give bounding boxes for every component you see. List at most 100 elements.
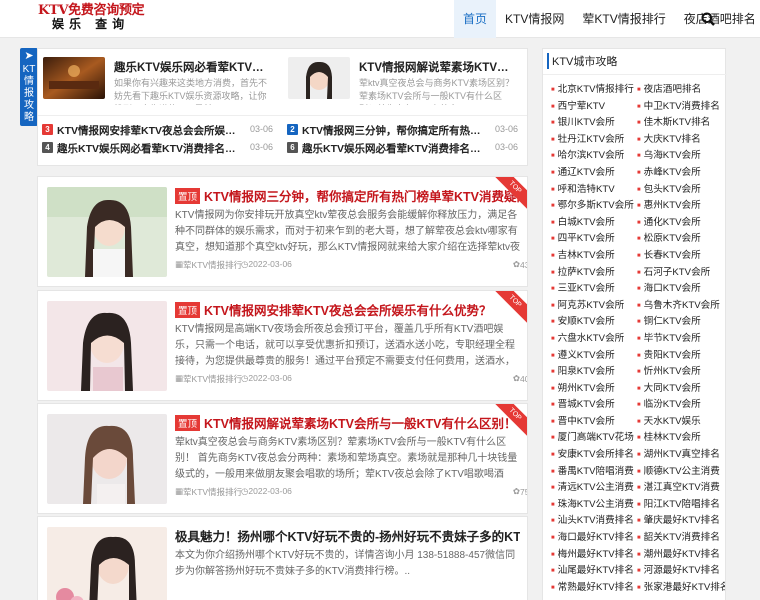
city-link[interactable]: 通化KTV会所 bbox=[637, 214, 725, 231]
city-link[interactable]: 白城KTV会所 bbox=[551, 214, 639, 231]
category-link[interactable]: ▦ 荤KTV情报排行 bbox=[175, 373, 242, 384]
city-link[interactable]: 佳木斯KTV排名 bbox=[637, 114, 725, 131]
city-link[interactable]: 惠州KTV会所 bbox=[637, 197, 725, 214]
city-link[interactable]: 乌海KTV会所 bbox=[637, 147, 725, 164]
article-title[interactable]: 置顶KTV情报网三分钟，帮你搞定所有热门榜单荤KTV消费疑问与折扣 bbox=[175, 186, 520, 205]
list-item[interactable]: 3 KTV情报网安排荤KTV夜总会会所娱乐有什么优... 03-06 bbox=[38, 121, 276, 139]
city-link[interactable]: 天水KTV娱乐 bbox=[637, 413, 725, 430]
side-guide-tab[interactable]: ➤ KT 情 报 攻 略 bbox=[20, 48, 38, 126]
city-link[interactable]: 河源最好KTV排名 bbox=[637, 562, 725, 579]
city-link[interactable]: 中卫KTV消费排名 bbox=[637, 98, 725, 115]
featured-title: KTV情报网解说荤素场KTV会所与... bbox=[359, 62, 519, 74]
article-title[interactable]: 极具魅力！扬州哪个KTV好玩不贵的-扬州好玩不贵妹子多的KTV消费... bbox=[175, 526, 520, 545]
city-link[interactable]: 阳泉KTV会所 bbox=[551, 363, 639, 380]
city-link[interactable]: 西宁荤KTV bbox=[551, 98, 639, 115]
article-card[interactable]: 置顶 KTV情报网安排荤KTV夜总会会所娱乐有什么优势？ KTV情报网是高端KTV… bbox=[37, 290, 528, 401]
views: ✿ 438次浏览 bbox=[513, 259, 527, 270]
city-link[interactable]: 铜仁KTV会所 bbox=[637, 313, 725, 330]
category-link[interactable]: ▦ 荤KTV情报排行 bbox=[175, 486, 242, 497]
city-link[interactable]: 赤峰KTV会所 bbox=[637, 164, 725, 181]
city-link[interactable]: 临汾KTV会所 bbox=[637, 396, 725, 413]
city-link[interactable]: 呼和浩特KTV bbox=[551, 181, 639, 198]
city-link[interactable]: 长春KTV会所 bbox=[637, 247, 725, 264]
city-link[interactable]: 四平KTV会所 bbox=[551, 230, 639, 247]
city-link[interactable]: 肇庆最好KTV排名 bbox=[637, 512, 725, 529]
list-item[interactable]: 4 趣乐KTV娱乐网必看荤KTV消费排名体验攻略 03-06 bbox=[38, 139, 276, 157]
city-link[interactable]: 韶关KTV消费排名 bbox=[637, 529, 725, 546]
article-meta: ▦ 荤KTV情报排行 ◷ 2022-03-06 ✿ 438次浏览 bbox=[175, 259, 527, 271]
city-link[interactable]: 六盘水KTV会所 bbox=[551, 330, 639, 347]
article-excerpt: KTV情报网是高端KTV夜场会所夜总会预订平台，覆盖几乎所有KTV酒吧娱乐，只需… bbox=[175, 324, 515, 367]
city-link[interactable]: 哈尔滨KTV会所 bbox=[551, 147, 639, 164]
city-link[interactable]: 汕头KTV消费排名 bbox=[551, 512, 639, 529]
article-title-text: 极具魅力！扬州哪个KTV好玩不贵的-扬州好玩不贵妹子多的KTV消费... bbox=[175, 530, 520, 544]
article-card[interactable]: 极具魅力！扬州哪个KTV好玩不贵的-扬州好玩不贵妹子多的KTV消费... 本文为… bbox=[37, 516, 528, 600]
city-link[interactable]: 潮州最好KTV排名 bbox=[637, 546, 725, 563]
article-card[interactable]: 置顶KTV情报网三分钟，帮你搞定所有热门榜单荤KTV消费疑问与折扣 KTV情报网… bbox=[37, 176, 528, 287]
article-thumbnail bbox=[47, 527, 167, 600]
city-link[interactable]: 大同KTV会所 bbox=[637, 380, 725, 397]
list-item-title: KTV情报网安排荤KTV夜总会会所娱乐有什么优... bbox=[57, 125, 242, 137]
nav-home[interactable]: 首页 bbox=[454, 0, 497, 38]
article-card[interactable]: 置顶 KTV情报网解说荤素场KTV会所与一般KTV有什么区别！ 荤ktv真空夜总会… bbox=[37, 403, 528, 514]
city-link[interactable]: 梅州最好KTV排名 bbox=[551, 546, 639, 563]
city-link[interactable]: 大庆KTV排名 bbox=[637, 131, 725, 148]
city-link[interactable]: 晋城KTV会所 bbox=[551, 396, 639, 413]
search-icon[interactable] bbox=[701, 12, 715, 26]
city-link[interactable]: 贵阳KTV会所 bbox=[637, 347, 725, 364]
city-link[interactable]: 忻州KTV会所 bbox=[637, 363, 725, 380]
city-link[interactable]: 海口最好KTV排名 bbox=[551, 529, 639, 546]
city-link[interactable]: 安康KTV会所排名 bbox=[551, 446, 639, 463]
sidebar-title: KTV城市攻略 bbox=[547, 53, 617, 69]
list-item-title: KTV情报网三分钟，帮你搞定所有热门榜单荤K... bbox=[302, 125, 487, 137]
article-title[interactable]: 置顶 KTV情报网解说荤素场KTV会所与一般KTV有什么区别！ bbox=[175, 413, 520, 432]
city-link[interactable]: 阳江KTV陪唱排名 bbox=[637, 496, 725, 513]
nav-ktv-intel[interactable]: KTV情报网 bbox=[496, 0, 573, 38]
city-link[interactable]: 桂林KTV会所 bbox=[637, 429, 725, 446]
article-title-text: KTV情报网解说荤素场KTV会所与一般KTV有什么区别！ bbox=[204, 417, 517, 431]
featured-desc: 荤ktv真空夜总会与商务KTV素场区别？荤素场KTV会所与一般KTV有什么区别？… bbox=[359, 78, 515, 105]
list-item[interactable]: 2 KTV情报网三分钟，帮你搞定所有热门榜单荤K... 03-06 bbox=[283, 121, 521, 139]
city-link[interactable]: 遵义KTV会所 bbox=[551, 347, 639, 364]
city-link[interactable]: 顺德KTV公主消费 bbox=[637, 463, 725, 480]
list-item[interactable]: 6 趣乐KTV娱乐网必看荤KTV消费排名体验攻略 03-06 bbox=[283, 139, 521, 157]
header: KTV免费咨询预定 娱乐 查询 首页 KTV情报网 荤KTV情报排行 夜店酒吧排… bbox=[0, 0, 760, 38]
city-link[interactable]: 石河子KTV会所 bbox=[637, 264, 725, 281]
category-link[interactable]: ▦ 荤KTV情报排行 bbox=[175, 259, 242, 270]
city-link[interactable]: 三亚KTV会所 bbox=[551, 280, 639, 297]
article-excerpt: 荤ktv真空夜总会与商务KTV素场区别？荤素场KTV会所与一般KTV有什么区别！… bbox=[175, 437, 518, 480]
city-link[interactable]: 包头KTV会所 bbox=[637, 181, 725, 198]
city-link[interactable]: 阿克苏KTV会所 bbox=[551, 297, 639, 314]
city-link[interactable]: 清远KTV公主消费 bbox=[551, 479, 639, 496]
featured-card[interactable]: 趣乐KTV娱乐网必看荤KTV消费排... 如果你有兴趣来这类地方消费，首先不妨先… bbox=[38, 55, 276, 105]
city-link[interactable]: 乌鲁木齐KTV会所 bbox=[637, 297, 725, 314]
city-link[interactable]: 鄂尔多斯KTV会所 bbox=[551, 197, 639, 214]
city-link[interactable]: 朔州KTV会所 bbox=[551, 380, 639, 397]
city-link[interactable]: 夜店酒吧排名 bbox=[637, 81, 725, 98]
city-link[interactable]: 毕节KTV会所 bbox=[637, 330, 725, 347]
city-link[interactable]: 番禺KTV陪唱消费 bbox=[551, 463, 639, 480]
article-title[interactable]: 置顶 KTV情报网安排荤KTV夜总会会所娱乐有什么优势？ bbox=[175, 300, 520, 319]
city-link[interactable]: 湛江真空KTV消费 bbox=[637, 479, 725, 496]
city-link[interactable]: 晋中KTV会所 bbox=[551, 413, 639, 430]
city-link[interactable]: 吉林KTV会所 bbox=[551, 247, 639, 264]
article-date: 2022-03-06 bbox=[248, 373, 292, 383]
city-link[interactable]: 通辽KTV会所 bbox=[551, 164, 639, 181]
city-link[interactable]: 湖州KTV真空排名 bbox=[637, 446, 725, 463]
city-link[interactable]: 牡丹江KTV会所 bbox=[551, 131, 639, 148]
site-logo[interactable]: KTV免费咨询预定 娱乐 查询 bbox=[38, 4, 145, 36]
city-link[interactable]: 汕尾最好KTV排名 bbox=[551, 562, 639, 579]
city-link[interactable]: 珠海KTV公主消费 bbox=[551, 496, 639, 513]
city-link[interactable]: 海口KTV会所 bbox=[637, 280, 725, 297]
nav-nightclub-rank[interactable]: 夜店酒吧排名 bbox=[675, 0, 760, 38]
city-link[interactable]: 厦门高端KTV花场 bbox=[551, 429, 639, 446]
city-link[interactable]: 拉萨KTV会所 bbox=[551, 264, 639, 281]
featured-card[interactable]: KTV情报网解说荤素场KTV会所与... 荤ktv真空夜总会与商务KTV素场区别… bbox=[283, 55, 521, 105]
city-link[interactable]: 银川KTV会所 bbox=[551, 114, 639, 131]
nav-ktv-rank[interactable]: 荤KTV情报排行 bbox=[573, 0, 674, 38]
city-link[interactable]: 北京KTV情报排行 bbox=[551, 81, 639, 98]
city-link[interactable]: 松原KTV会所 bbox=[637, 230, 725, 247]
city-link[interactable]: 安顺KTV会所 bbox=[551, 313, 639, 330]
city-link[interactable]: 张家港最好KTV排名 bbox=[637, 579, 725, 596]
city-link[interactable]: 常熟最好KTV排名 bbox=[551, 579, 639, 596]
